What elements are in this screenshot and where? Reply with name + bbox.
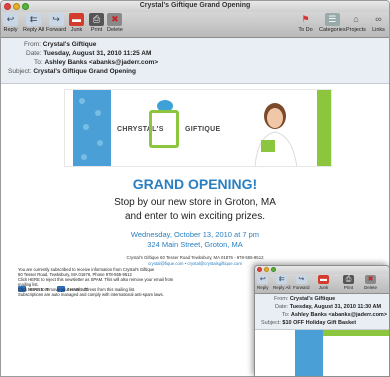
reply-all-icon: ⇇	[276, 275, 288, 284]
reply-button[interactable]: ↩ Reply	[257, 275, 269, 290]
invite-line-1: Stop by our new store in Groton, MA	[114, 197, 276, 208]
subject-row: Subject: $10 OFF Holiday Gift Basket	[261, 320, 357, 326]
projects-button[interactable]: ⌂ Projects	[346, 13, 366, 34]
categories-icon: ☰	[324, 13, 340, 26]
window-title: Crystal's Giftique Grand Opening	[139, 2, 251, 9]
delete-button[interactable]: ✖ Delete	[107, 13, 123, 33]
footer-line: Subscriptions are auto managed and compl…	[18, 292, 164, 297]
junk-button[interactable]: ▬ Junk	[318, 275, 329, 290]
from-value[interactable]: Crystal's Giftique	[43, 41, 97, 48]
date-value: Tuesday, August 31, 2010 11:30 AM	[289, 304, 382, 310]
subject-row: Subject: Crystal's Giftique Grand Openin…	[8, 68, 136, 75]
reply-all-button[interactable]: ⇇ Reply All	[23, 13, 44, 33]
store-address: Crystal's Giftique 60 Tesser Road Tewksb…	[126, 255, 264, 260]
to-value[interactable]: Ashley Banks <abanks@jaderr.com>	[44, 59, 158, 66]
message-toolbar: ↩ Reply ⇇ Reply All ↪ Forward ▬ Junk ⎙ P…	[255, 274, 389, 294]
invite-line-2: and enter to win exciting prizes.	[124, 211, 266, 222]
message-body	[255, 330, 389, 376]
from-row: From: Crystal's Giftique	[24, 41, 97, 48]
woman-photo	[254, 103, 298, 166]
delete-button[interactable]: ✖ Delete	[364, 275, 377, 290]
ribbon-graphic	[73, 90, 111, 166]
links-button[interactable]: ∞ Links	[371, 13, 386, 34]
lime-stripe	[317, 90, 331, 166]
categories-button[interactable]: ☰ Categories	[319, 13, 346, 33]
message-toolbar: ↩ Reply ⇇ Reply All ↪ Forward ▬ Junk ⎙ P…	[1, 12, 389, 38]
logo-text-right: GIFTIQUE	[185, 126, 221, 133]
footer-spam-link[interactable]: Click HERE to reject this newsletter as …	[18, 277, 173, 282]
message-headers: From: Crystal's Giftique Date: Tuesday, …	[1, 38, 389, 84]
from-row: From: Crystal's Giftique	[274, 296, 336, 302]
print-icon: ⎙	[343, 275, 354, 284]
from-value[interactable]: Crystal's Giftique	[290, 296, 335, 302]
second-message-window[interactable]: ↩ Reply ⇇ Reply All ↪ Forward ▬ Junk ⎙ P…	[254, 265, 390, 377]
forward-button[interactable]: ↪ Forward	[293, 275, 310, 290]
title-bar[interactable]: Crystal's Giftique Grand Opening	[1, 1, 389, 12]
ribbon-graphic	[295, 330, 323, 376]
date-value: Tuesday, August 31, 2010 11:25 AM	[43, 50, 152, 57]
subject-value: Crystal's Giftique Grand Opening	[33, 68, 136, 75]
headline: GRAND OPENING!	[132, 176, 258, 192]
event-date: Wednesday, October 13, 2010 at 7 pm	[130, 230, 260, 239]
to-value[interactable]: Ashley Banks <abanks@jaderr.com>	[291, 312, 387, 318]
forward-icon: ↪	[48, 13, 64, 26]
date-row: Date: Tuesday, August 31, 2010 11:30 AM	[275, 304, 382, 310]
junk-icon: ▬	[318, 275, 329, 284]
zoom-window-button[interactable]	[271, 267, 276, 272]
reply-icon: ↩	[3, 13, 18, 26]
lime-stripe	[323, 330, 389, 336]
forward-button[interactable]: ↪ Forward	[46, 13, 66, 33]
reply-all-icon: ⇇	[26, 13, 42, 26]
delete-icon: ✖	[365, 275, 376, 284]
subject-value: $10 OFF Holiday Gift Basket	[282, 320, 357, 326]
to-row: To: Ashley Banks <abanks@jaderr.com>	[34, 59, 159, 66]
print-icon: ⎙	[89, 13, 104, 26]
close-window-button[interactable]	[257, 267, 262, 272]
todo-flag-icon: ⚑	[301, 14, 310, 24]
to-row: To: Ashley Banks <abanks@jaderr.com>	[282, 312, 388, 318]
links-icon: ∞	[375, 14, 382, 24]
event-location: 324 Main Street, Groton, MA	[147, 240, 243, 249]
reply-button[interactable]: ↩ Reply	[3, 13, 18, 33]
junk-icon: ▬	[69, 13, 84, 26]
todo-button[interactable]: ⚑ To Do	[298, 13, 313, 34]
junk-button[interactable]: ▬ Junk	[69, 13, 84, 33]
title-bar[interactable]	[255, 266, 389, 274]
message-headers: From: Crystal's Giftique Date: Tuesday, …	[255, 294, 389, 330]
date-row: Date: Tuesday, August 31, 2010 11:25 AM	[26, 50, 152, 57]
giftique-banner-image: CHRYSTAL'S GIFTIQUE	[64, 89, 332, 167]
delete-icon: ✖	[107, 13, 123, 26]
print-button[interactable]: ⎙ Print	[89, 13, 104, 33]
gift-box-logo-icon	[149, 110, 179, 148]
projects-icon: ⌂	[353, 14, 359, 24]
print-button[interactable]: ⎙ Print	[343, 275, 354, 290]
reply-all-button[interactable]: ⇇ Reply All	[273, 275, 291, 290]
minimize-window-button[interactable]	[264, 267, 269, 272]
reply-icon: ↩	[257, 275, 269, 284]
forward-icon: ↪	[295, 275, 307, 284]
